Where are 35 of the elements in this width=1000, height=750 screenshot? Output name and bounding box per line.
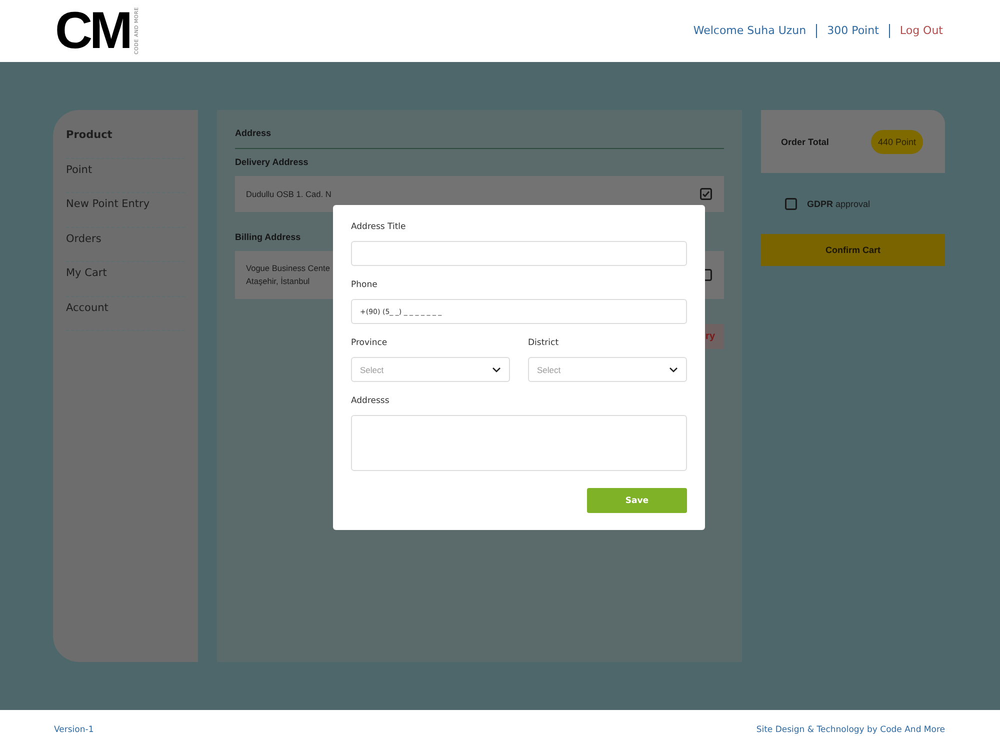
input-field[interactable] (351, 241, 687, 266)
field-label: Phone (351, 280, 378, 290)
sidebar-item[interactable]: Point (66, 158, 185, 193)
field-label: District (528, 338, 559, 348)
sidebar-item[interactable]: New Point Entry (66, 193, 185, 228)
field-label: Province (351, 338, 388, 348)
checkbox[interactable] (785, 198, 797, 210)
confirm-cart-button[interactable]: Confirm Cart (761, 234, 945, 266)
chevron-down-icon (492, 366, 501, 372)
textarea-field[interactable] (351, 415, 687, 471)
address-text: Dudullu OSB 1. Cad. N (246, 188, 332, 200)
points-link[interactable]: 300 Point (816, 24, 889, 38)
chevron-down-icon (669, 366, 678, 372)
address-text: Vogue Business Cente Ataşehir, İstanbul (246, 262, 330, 288)
sidebar-item[interactable]: Orders (66, 228, 185, 262)
field-label: Addresss (351, 396, 390, 406)
total-points-badge: 440 Point (870, 130, 923, 154)
checkbox[interactable] (700, 188, 712, 200)
select-field[interactable]: Select (528, 357, 687, 382)
version-text: Version-1 (54, 725, 94, 735)
order-total-label: Order Total (781, 136, 829, 146)
field-label: Address Title (351, 222, 406, 232)
logo[interactable]: CM (55, 5, 130, 57)
select-field[interactable]: Select (351, 357, 510, 382)
logout-link[interactable]: Log Out (888, 24, 943, 38)
gdpr-label: GDPR approval (807, 199, 870, 209)
sidebar-item[interactable]: My Cart (66, 262, 185, 296)
section-title: Address (235, 128, 724, 149)
save-button[interactable]: Save (587, 488, 687, 513)
welcome-text: Welcome Suha Uzun (692, 24, 808, 38)
sidebar-item[interactable]: Account (66, 296, 185, 331)
section-heading: Billing Address (235, 232, 301, 242)
credit-text: Site Design & Technology by Code And More (756, 725, 945, 735)
section-heading: Delivery Address (235, 157, 308, 167)
sidebar-item[interactable]: Product (66, 124, 185, 158)
